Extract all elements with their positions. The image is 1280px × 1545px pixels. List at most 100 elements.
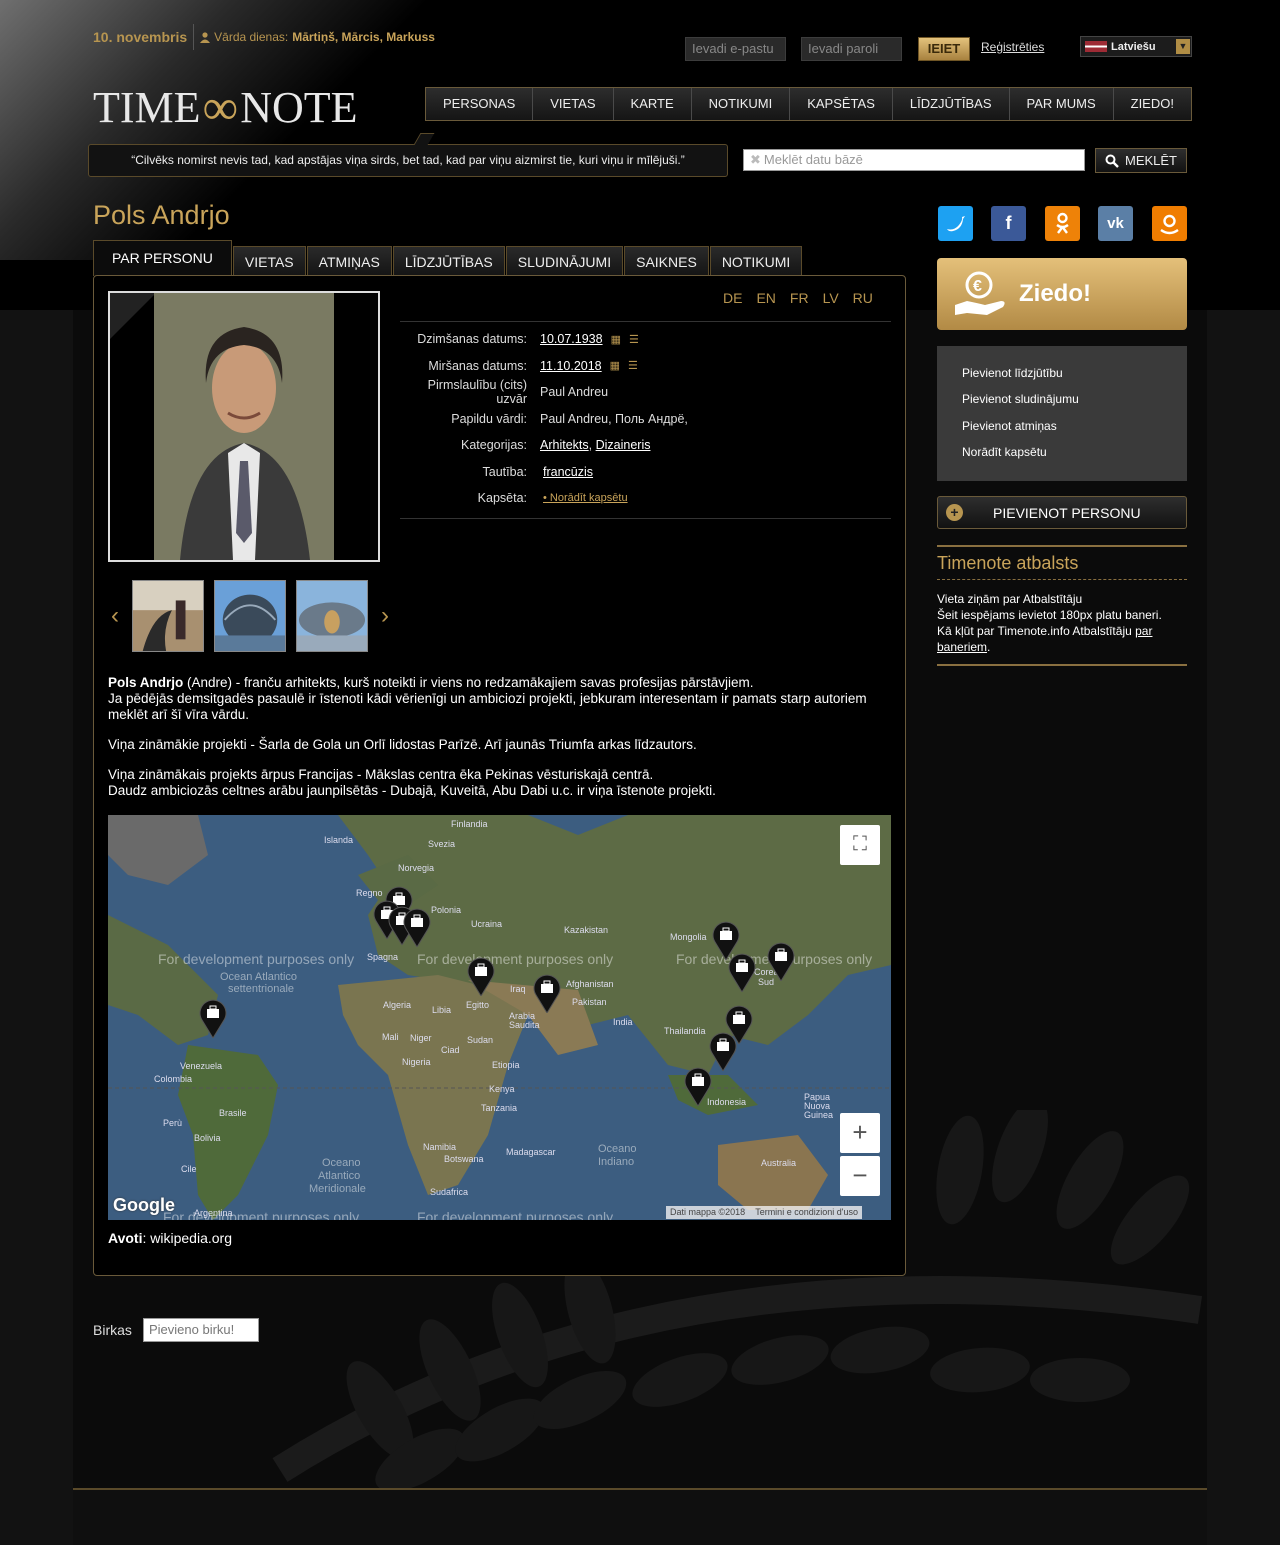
login-button[interactable]: IEIET [918, 37, 970, 61]
nav-vietas[interactable]: VIETAS [533, 88, 614, 120]
map-label: Finlandia [451, 819, 488, 829]
lang-lv[interactable]: LV [823, 290, 839, 306]
register-link[interactable]: Reģistrēties [981, 40, 1044, 54]
gallery-thumb[interactable] [132, 580, 204, 652]
gallery-thumb[interactable] [214, 580, 286, 652]
map-data-credit: Dati mappa ©2018 [670, 1207, 746, 1217]
mailru-icon[interactable] [1152, 206, 1187, 241]
chevron-right-icon[interactable]: › [378, 602, 392, 630]
language-select[interactable]: Latviešu ▼ [1080, 36, 1192, 57]
gallery-thumb[interactable] [296, 580, 368, 652]
persons-list-icon[interactable]: ☰ [629, 333, 639, 346]
calendar-icon[interactable]: ▦ [610, 359, 620, 372]
tab-saiknes[interactable]: SAIKNES [624, 246, 709, 276]
nav-notikumi[interactable]: NOTIKUMI [692, 88, 791, 120]
search-icon [1105, 154, 1119, 168]
map-marker[interactable] [728, 952, 756, 992]
nav-karte[interactable]: KARTE [614, 88, 692, 120]
nav-lidzjutibas[interactable]: LĪDZJŪTĪBAS [893, 88, 1010, 120]
lang-fr[interactable]: FR [790, 290, 809, 306]
map-label: Saudita [509, 1020, 540, 1030]
search-input[interactable]: ✖ Meklēt datu bāzē [743, 149, 1085, 171]
map-marker[interactable] [467, 956, 495, 996]
vk-icon[interactable]: vk [1098, 206, 1133, 241]
zoom-out-button[interactable]: − [840, 1156, 880, 1196]
tab-lidzjutibas[interactable]: LĪDZJŪTĪBAS [392, 246, 505, 276]
death-date-link[interactable]: 11.10.2018 [540, 359, 602, 373]
map-label: Regno [356, 888, 383, 898]
nav-personas[interactable]: PERSONAS [426, 88, 534, 120]
twitter-icon[interactable] [938, 206, 973, 241]
maiden-value: Paul Andreu [540, 385, 609, 400]
calendar-icon[interactable]: ▦ [611, 333, 621, 346]
chevron-left-icon[interactable]: ‹ [108, 602, 122, 630]
category-link[interactable]: Dizaineris [596, 438, 651, 452]
places-map[interactable]: Finlandia Islanda Svezia Norvegia Regno … [108, 815, 891, 1220]
persons-list-icon[interactable]: ☰ [628, 359, 638, 372]
map-label: Ciad [441, 1045, 460, 1055]
tab-par-personu[interactable]: PAR PERSONU [93, 240, 232, 276]
bio-text: Ja pēdējās demsitgadēs pasaulē ir īsteno… [108, 691, 867, 722]
zoom-in-button[interactable]: + [840, 1113, 880, 1153]
map-marker[interactable] [533, 973, 561, 1013]
nav-kapsetas[interactable]: KAPSĒTAS [790, 88, 893, 120]
nationality-link[interactable]: francūzis [543, 465, 593, 479]
map-label: Oceano [598, 1143, 637, 1155]
site-logo[interactable]: TIME ∞ NOTE [93, 78, 358, 136]
logo-right: NOTE [240, 82, 358, 132]
search-placeholder: Meklēt datu bāzē [763, 152, 863, 167]
divider [193, 24, 195, 50]
donate-button[interactable]: € Ziedo! [937, 258, 1187, 330]
support-title: Timenote atbalsts [937, 553, 1079, 573]
lang-en[interactable]: EN [756, 290, 775, 306]
clear-icon[interactable]: ✖ [750, 152, 761, 167]
map-marker[interactable] [709, 1031, 737, 1071]
category-link[interactable]: Arhitekts [540, 438, 589, 452]
add-announcement-link[interactable]: Pievienot sludinājumu [962, 392, 1079, 406]
map-terms-link[interactable]: Termini e condizioni d'uso [755, 1206, 858, 1219]
support-link[interactable]: par [1135, 624, 1152, 638]
tab-sludinajumi[interactable]: SLUDINĀJUMI [505, 246, 624, 276]
map-label: Atlantico [318, 1170, 361, 1182]
map-marker[interactable] [199, 998, 227, 1038]
divider [937, 664, 1187, 666]
birth-label: Dzimšanas datums: [417, 332, 527, 347]
facebook-icon[interactable]: f [991, 206, 1026, 241]
password-input[interactable]: Ievadi paroli [801, 37, 902, 61]
map-label: Sudan [467, 1035, 494, 1045]
person-tabs: PAR PERSONU VIETAS ATMIŅAS LĪDZJŪTĪBAS S… [93, 240, 803, 276]
birth-date-link[interactable]: 10.07.1938 [540, 332, 603, 346]
nationality-label: Tautība: [482, 464, 527, 479]
map-marker[interactable] [767, 941, 795, 981]
add-condolence-link[interactable]: Pievienot līdzjūtību [962, 366, 1063, 380]
tab-atminas[interactable]: ATMIŅAS [306, 246, 392, 276]
infinity-icon: ∞ [202, 79, 239, 135]
nav-par-mums[interactable]: PAR MUMS [1010, 88, 1114, 120]
tag-input[interactable]: Pievieno birku! [143, 1318, 259, 1342]
person-photo[interactable] [108, 291, 380, 562]
email-input[interactable]: Ievadi e-pastu [685, 37, 786, 61]
lang-de[interactable]: DE [723, 290, 742, 306]
specify-cemetery-link[interactable]: Norādīt kapsētu [962, 445, 1047, 459]
tab-notikumi[interactable]: NOTIKUMI [709, 246, 803, 276]
sources: Avoti: wikipedia.org [108, 1230, 232, 1246]
namedays: Vārda dienas: Mārtiņš, Mārcis, Markuss [200, 30, 435, 44]
google-logo: Google [113, 1195, 175, 1215]
add-memories-link[interactable]: Pievienot atmiņas [962, 419, 1057, 433]
lang-ru[interactable]: RU [853, 290, 873, 306]
add-person-button[interactable]: + PIEVIENOT PERSONU [937, 496, 1187, 529]
tab-vietas[interactable]: VIETAS [232, 246, 306, 276]
fullscreen-button[interactable]: ⛶ [840, 825, 880, 865]
svg-text:€: € [973, 278, 982, 295]
map-marker[interactable] [403, 907, 431, 947]
nav-ziedo[interactable]: ZIEDO! [1114, 88, 1191, 120]
odnoklassniki-icon[interactable] [1045, 206, 1080, 241]
categories-label: Kategorijas: [460, 438, 527, 453]
cemetery-link[interactable]: • Norādīt kapsētu [543, 492, 628, 504]
page-title: Pols Andrjo [93, 200, 230, 230]
search-button[interactable]: MEKLĒT [1095, 148, 1187, 173]
map-marker[interactable] [684, 1066, 712, 1106]
support-link[interactable]: baneriem [937, 640, 987, 654]
search-button-label: MEKLĒT [1124, 153, 1177, 168]
map-label: Egitto [466, 1000, 490, 1010]
